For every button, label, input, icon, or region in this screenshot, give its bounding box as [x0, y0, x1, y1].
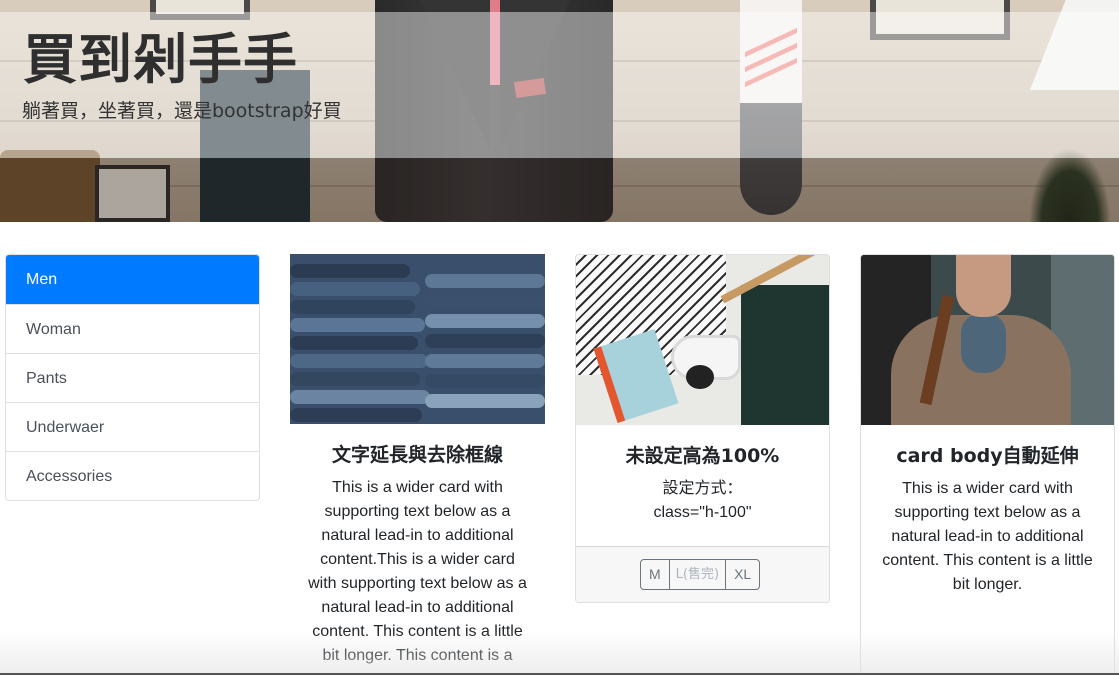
page-subtitle: 躺著買，坐著買，還是bootstrap好買	[22, 100, 342, 122]
jeans-fold	[290, 390, 430, 404]
card-text-line: class="h-100"	[653, 504, 752, 521]
jumbotron: 買到剁手手 躺著買，坐著買，還是bootstrap好買	[0, 12, 1119, 158]
size-button-group: M L(售完) XL	[640, 559, 761, 590]
jeans-fold	[290, 318, 425, 332]
card-text-line: 設定方式：	[662, 480, 743, 497]
card-text: This is a wider card with supporting tex…	[882, 480, 1093, 593]
jeans-fold	[425, 374, 545, 388]
card-text: 設定方式： class="h-100"	[576, 477, 829, 525]
product-card: 文字延長與去除框線 This is a wider card with supp…	[290, 254, 545, 675]
hero-shade	[0, 158, 1119, 222]
category-item-accessories[interactable]: Accessories	[6, 451, 259, 500]
size-button-l-sold-out[interactable]: L(售完)	[670, 560, 727, 589]
jeans-fold	[290, 264, 410, 278]
jeans-fold	[425, 294, 545, 308]
jeans-fold	[290, 282, 420, 296]
category-list: Men Woman Pants Underwaer Accessories	[5, 254, 260, 501]
card-title: 文字延長與去除框線	[331, 444, 503, 466]
scarf	[961, 313, 1006, 373]
jeans-fold	[425, 314, 545, 328]
category-item-underwear[interactable]: Underwaer	[6, 402, 259, 451]
jeans-fold	[425, 334, 545, 348]
jeans-fold	[290, 408, 422, 422]
watch	[686, 365, 714, 389]
flatlay-outfit-image	[576, 255, 829, 425]
jeans-fold	[290, 354, 428, 368]
jeans-fold	[425, 394, 545, 408]
green-pants	[741, 285, 829, 425]
jeans-stack-image	[290, 254, 545, 424]
jeans-fold	[425, 354, 545, 368]
jeans-fold	[290, 336, 418, 350]
card-title: card body自動延伸	[896, 445, 1079, 467]
card-title: 未設定高為100%	[625, 445, 780, 467]
category-item-woman[interactable]: Woman	[6, 304, 259, 353]
card-footer: M L(售完) XL	[576, 546, 829, 602]
viewport-fade	[0, 630, 1119, 675]
size-button-m[interactable]: M	[641, 560, 670, 589]
category-item-pants[interactable]: Pants	[6, 353, 259, 402]
face	[956, 255, 1011, 317]
category-item-men[interactable]: Men	[6, 255, 259, 304]
size-button-xl[interactable]: XL	[726, 560, 759, 589]
product-card: card body自動延伸 This is a wider card with …	[860, 254, 1115, 675]
jeans-fold	[425, 274, 545, 288]
man-in-coat-image	[861, 255, 1114, 425]
jeans-fold	[290, 300, 415, 314]
product-card: 未設定高為100% 設定方式： class="h-100" M L(售完) XL	[575, 254, 830, 603]
page-title: 買到剁手手	[23, 28, 298, 91]
hero-banner: 買到剁手手 躺著買，坐著買，還是bootstrap好買	[0, 0, 1119, 222]
jeans-fold	[290, 372, 420, 386]
